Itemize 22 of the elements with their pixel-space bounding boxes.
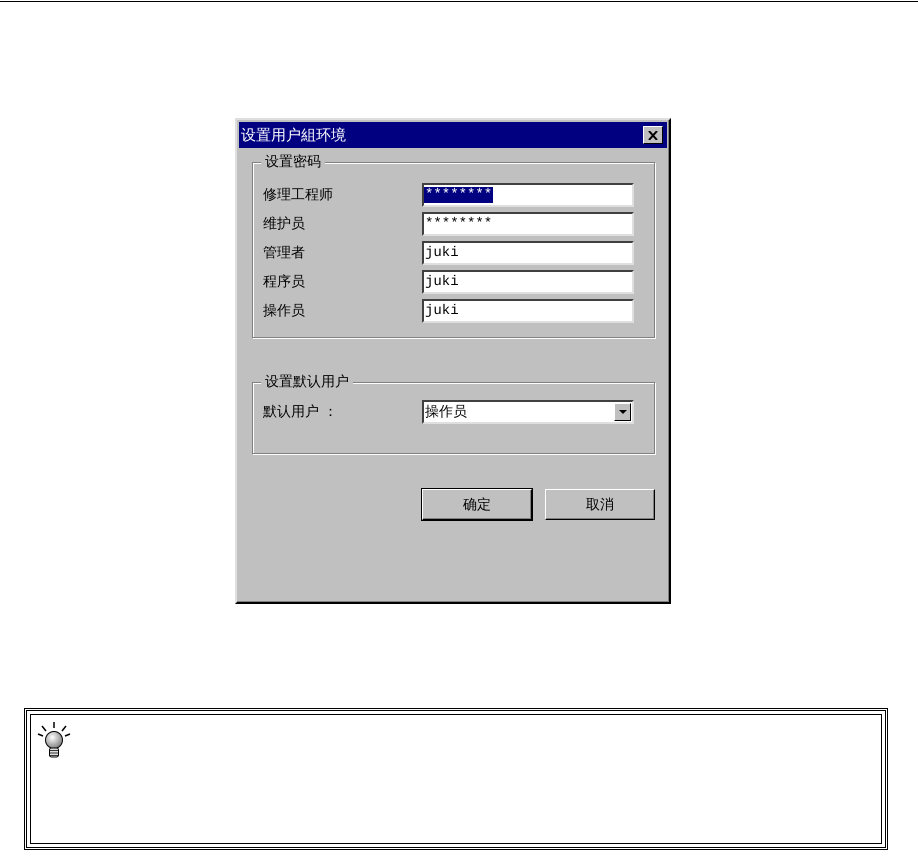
group-title: 设置默认用户 xyxy=(261,373,353,391)
input-field[interactable]: juki xyxy=(422,299,634,323)
input-field[interactable]: ******** xyxy=(422,183,634,207)
window-title: 设置用户組环境 xyxy=(241,126,346,144)
dropdown-field[interactable]: 操作员 xyxy=(422,400,634,424)
close-icon xyxy=(648,130,658,140)
field-label: 修理工程师 xyxy=(263,186,334,204)
group-title: 设置密码 xyxy=(261,153,325,171)
input-field[interactable]: juki xyxy=(422,270,634,294)
field-label: 程序员 xyxy=(263,273,306,291)
input-field[interactable]: ******** xyxy=(422,212,634,236)
caret-icon xyxy=(618,410,626,414)
dropdown-button[interactable] xyxy=(614,403,631,421)
cancel-button[interactable]: 取消 xyxy=(545,489,655,520)
field-label: 默认用户 ： xyxy=(263,403,338,421)
close-button[interactable] xyxy=(643,126,663,144)
field-label: 维护员 xyxy=(263,215,306,233)
light-bulb-icon xyxy=(37,721,71,759)
ok-button[interactable]: 确定 xyxy=(422,489,532,520)
field-label: 操作员 xyxy=(263,302,306,320)
input-field[interactable]: juki xyxy=(422,241,634,265)
field-label: 管理者 xyxy=(263,244,306,262)
